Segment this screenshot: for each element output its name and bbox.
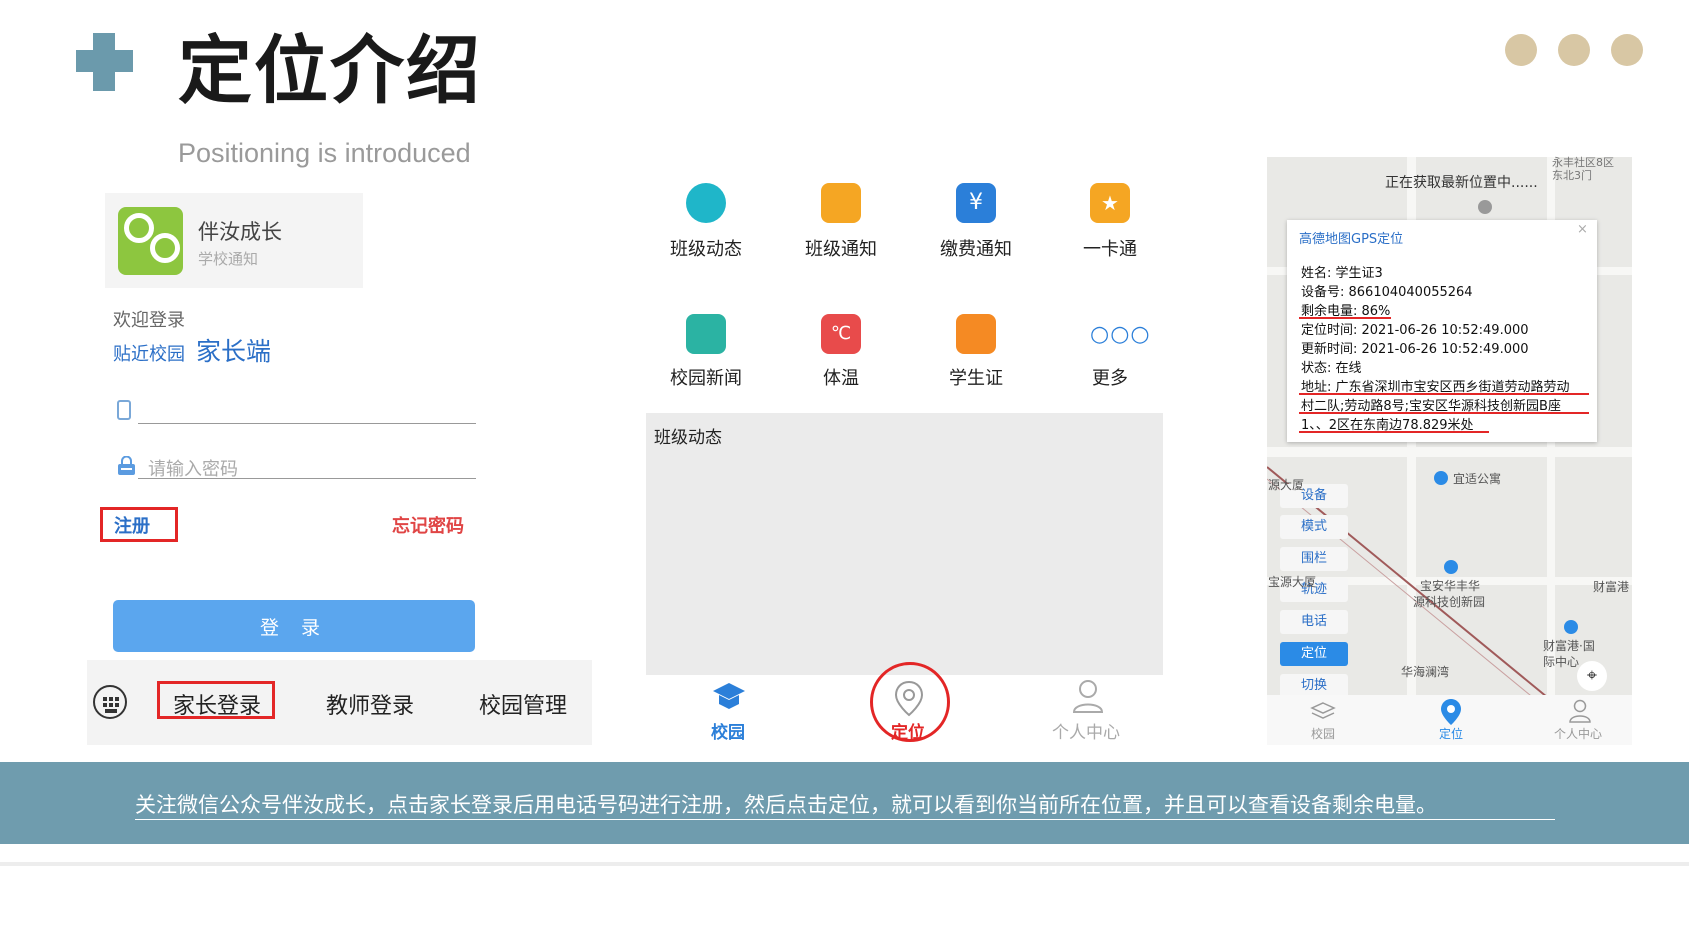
thermometer-icon[interactable]: ℃ bbox=[821, 314, 861, 354]
map-nav-location[interactable]: 定位 bbox=[1439, 725, 1463, 742]
feed-area bbox=[646, 413, 1163, 675]
phone-icon bbox=[117, 400, 131, 420]
camera-lens-icon[interactable] bbox=[686, 183, 726, 223]
nav-campus[interactable]: 校园 bbox=[711, 718, 745, 743]
side-button-fence[interactable]: 围栏 bbox=[1280, 547, 1348, 571]
grid-item-label[interactable]: 一卡通 bbox=[1055, 235, 1165, 261]
caption-underline bbox=[135, 819, 1555, 820]
highlight-circle bbox=[870, 662, 950, 742]
campus-icon[interactable] bbox=[712, 680, 746, 714]
map-poi: 宝源大厦 bbox=[1268, 575, 1317, 589]
grid-item-label[interactable]: 更多 bbox=[1055, 364, 1165, 390]
login-button[interactable]: 登 录 bbox=[113, 600, 475, 652]
map-poi: 财富港·国 bbox=[1543, 639, 1595, 653]
popup-heading: 高德地图GPS定位 bbox=[1299, 232, 1404, 247]
tab-parent-login[interactable]: 家长登录 bbox=[173, 688, 261, 720]
phone-input-underline bbox=[138, 423, 476, 424]
map-poi: 永丰社区8区 东北3门 bbox=[1552, 156, 1614, 182]
map-poi: 际中心 bbox=[1543, 655, 1580, 669]
plus-icon-bar bbox=[76, 50, 133, 72]
password-input-underline bbox=[138, 478, 476, 479]
fetching-status: 正在获取最新位置中...... bbox=[1385, 175, 1538, 191]
map-poi: 宝安华丰华 bbox=[1420, 579, 1481, 593]
bottom-divider bbox=[0, 862, 1689, 866]
phone-input[interactable] bbox=[140, 398, 468, 422]
popup-line: 姓名: 学生证3 bbox=[1301, 266, 1383, 281]
person-icon[interactable] bbox=[1568, 698, 1592, 724]
location-pin-icon[interactable] bbox=[1440, 698, 1462, 726]
person-icon[interactable] bbox=[1071, 678, 1105, 716]
map-poi: 财富港 bbox=[1593, 580, 1630, 594]
app-subtitle: 学校通知 bbox=[198, 250, 259, 268]
feed-title: 班级动态 bbox=[654, 428, 722, 448]
red-underline bbox=[1299, 412, 1589, 414]
id-card-icon[interactable] bbox=[956, 314, 996, 354]
popup-line: 更新时间: 2021-06-26 10:52:49.000 bbox=[1301, 342, 1529, 357]
slogan-text: 贴近校园 bbox=[113, 344, 185, 365]
popup-line: 定位时间: 2021-06-26 10:52:49.000 bbox=[1301, 323, 1529, 338]
grid-item-label[interactable]: 班级动态 bbox=[651, 235, 761, 261]
welcome-text: 欢迎登录 bbox=[113, 310, 185, 331]
register-link[interactable]: 注册 bbox=[114, 512, 150, 538]
map-nav-campus[interactable]: 校园 bbox=[1311, 725, 1335, 742]
red-underline bbox=[1299, 317, 1391, 319]
nav-profile[interactable]: 个人中心 bbox=[1052, 718, 1120, 743]
keyboard-icon[interactable] bbox=[93, 685, 127, 719]
tab-teacher-login[interactable]: 教师登录 bbox=[326, 688, 414, 720]
app-name: 伴汝成长 bbox=[198, 220, 282, 244]
popup-line: 设备号: 866104040055264 bbox=[1301, 285, 1473, 300]
map-poi: 宜适公寓 bbox=[1453, 472, 1502, 486]
map-poi: 源科技创新园 bbox=[1413, 595, 1486, 609]
grid-item-label[interactable]: 缴费通知 bbox=[921, 235, 1031, 261]
popup-line: 状态: 在线 bbox=[1301, 361, 1362, 376]
side-button-mode[interactable]: 模式 bbox=[1280, 515, 1348, 539]
grid-item-label[interactable]: 校园新闻 bbox=[651, 364, 761, 390]
red-underline bbox=[1299, 393, 1589, 395]
tab-campus-admin[interactable]: 校园管理 bbox=[479, 688, 567, 720]
grid-item-label[interactable]: 学生证 bbox=[921, 364, 1031, 390]
app-logo-icon bbox=[118, 207, 183, 275]
forgot-password-link[interactable]: 忘记密码 bbox=[392, 512, 464, 538]
map-poi: 华海澜湾 bbox=[1401, 665, 1450, 679]
more-dots-icon[interactable]: ○○○ bbox=[1090, 322, 1150, 347]
page-title: 定位介绍 bbox=[178, 28, 482, 114]
red-underline bbox=[1299, 431, 1489, 433]
lock-icon bbox=[118, 456, 135, 475]
caption-text: 关注微信公众号伴汝成长，点击家长登录后用电话号码进行注册，然后点击定位，就可以看… bbox=[135, 793, 1437, 817]
decor-dot bbox=[1611, 34, 1643, 66]
layers-icon[interactable] bbox=[1310, 701, 1336, 723]
speaker-icon[interactable] bbox=[821, 183, 861, 223]
poi-pin-icon bbox=[1564, 620, 1578, 634]
map-nav-profile[interactable]: 个人中心 bbox=[1554, 725, 1602, 742]
poi-pin-icon bbox=[1434, 471, 1448, 485]
close-toast-icon[interactable] bbox=[1478, 200, 1492, 214]
side-button-phone[interactable]: 电话 bbox=[1280, 610, 1348, 634]
news-icon[interactable] bbox=[686, 314, 726, 354]
side-button-locate[interactable]: 定位 bbox=[1280, 642, 1348, 666]
grid-item-label[interactable]: 体温 bbox=[786, 364, 896, 390]
poi-pin-icon bbox=[1444, 560, 1458, 574]
decor-dot bbox=[1558, 34, 1590, 66]
slogan-highlight: 家长端 bbox=[196, 337, 272, 366]
map-poi: 源大厦 bbox=[1268, 478, 1305, 492]
page-subtitle: Positioning is introduced bbox=[178, 138, 471, 168]
grid-item-label[interactable]: 班级通知 bbox=[786, 235, 896, 261]
decor-dot bbox=[1505, 34, 1537, 66]
star-card-icon[interactable]: ★ bbox=[1090, 183, 1130, 223]
yen-icon[interactable]: ¥ bbox=[956, 183, 996, 223]
locate-me-icon[interactable]: ⌖ bbox=[1577, 661, 1607, 691]
close-icon[interactable]: × bbox=[1577, 222, 1588, 237]
